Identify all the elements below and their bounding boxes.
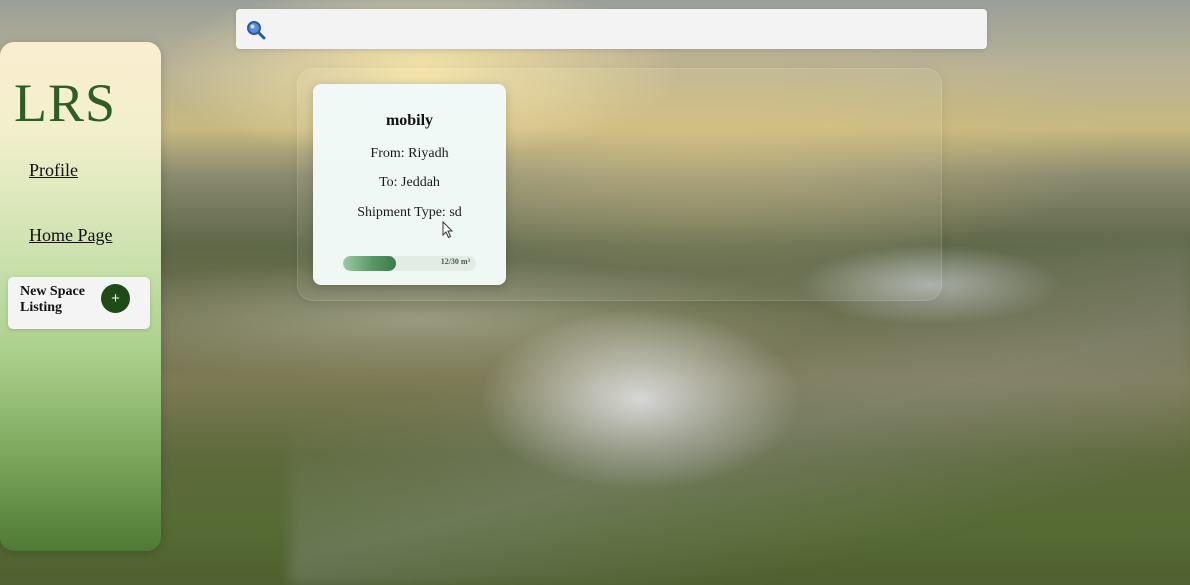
shipment-company: mobily: [385, 112, 434, 129]
mouse-cursor-icon: [442, 221, 454, 239]
capacity-progress-bar: 12/30 m³: [343, 256, 476, 271]
shipment-from: From: Riyadh: [370, 146, 449, 161]
shipment-to: To: Jeddah: [379, 175, 440, 190]
add-icon[interactable]: +: [101, 284, 130, 313]
search-input[interactable]: [276, 13, 976, 45]
app-logo: LRS: [14, 73, 117, 133]
sidebar: LRS Profile Home Page New Space Listing …: [0, 42, 161, 551]
shipment-card[interactable]: mobily From: Riyadh To: Jeddah Shipment …: [313, 84, 506, 285]
new-space-listing-label: New Space Listing: [20, 284, 85, 315]
shipment-type: Shipment Type: sd: [357, 205, 462, 220]
search-icon: [247, 21, 266, 40]
nav-link-profile[interactable]: Profile: [29, 160, 78, 181]
capacity-progress-fill: [343, 256, 397, 271]
capacity-label: 12/30 m³: [440, 257, 470, 266]
nav-link-home[interactable]: Home Page: [29, 225, 112, 246]
search-bar[interactable]: [236, 9, 987, 49]
new-space-listing-button[interactable]: New Space Listing +: [8, 277, 150, 329]
